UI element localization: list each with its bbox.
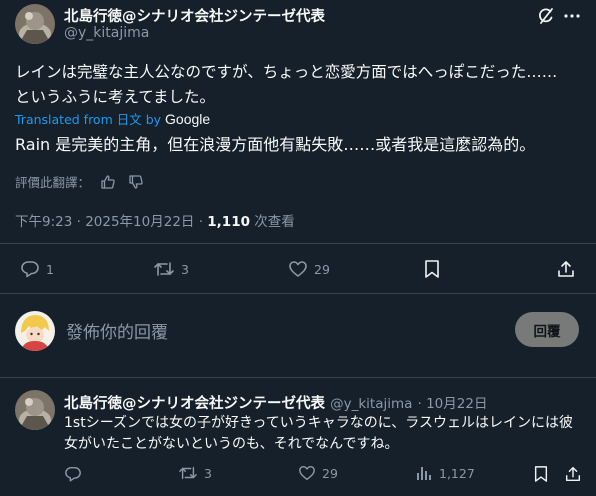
reply-bookmark-icon[interactable]: [532, 464, 550, 484]
reply-author-handle[interactable]: @y_kitajima: [330, 396, 412, 412]
reply-views-action[interactable]: 1,127: [415, 464, 475, 482]
reply-view-count: 1,127: [439, 465, 475, 481]
heart-icon: [289, 261, 307, 277]
reply-like-count: 29: [322, 465, 338, 481]
author-display-name[interactable]: 北島行徳@シナリオ会社ジンテーゼ代表: [64, 5, 325, 26]
grok-icon[interactable]: [535, 5, 557, 27]
reply-icon: [21, 261, 39, 278]
reply-author-name[interactable]: 北島行徳@シナリオ会社ジンテーゼ代表: [64, 396, 325, 412]
repost-count: 3: [181, 261, 189, 277]
reply-author-avatar[interactable]: [15, 390, 55, 430]
google-logo: Google: [165, 110, 211, 127]
post-text: レインは完璧な主人公なのですが、ちょっと恋愛方面ではへっぽこだった……というふう…: [15, 63, 558, 106]
post-meta: 下午9:23 · 2025年10月22日 · 1,110 次查看: [15, 210, 295, 230]
heart-icon: [299, 465, 315, 481]
like-count: 29: [314, 261, 330, 277]
reply-button[interactable]: 回覆: [515, 312, 579, 347]
views-icon: [417, 467, 431, 480]
current-user-avatar[interactable]: [15, 311, 55, 351]
translated-from-label: Translated from 日文 by: [15, 112, 162, 127]
repost-icon: [179, 466, 197, 480]
translated-text: Rain 是完美的主角，但在浪漫方面他有點失敗……或者我是這麼認為的。: [15, 135, 536, 154]
post-timestamp[interactable]: 下午9:23 · 2025年10月22日 ·: [15, 214, 207, 230]
reply-repost-count: 3: [204, 465, 212, 481]
author-handle[interactable]: @y_kitajima: [64, 25, 149, 41]
view-count: 1,110: [207, 214, 250, 230]
bookmark-action[interactable]: [423, 259, 441, 279]
rate-translation-label: 評價此翻譯：: [15, 175, 91, 190]
reply-repost-action[interactable]: 3: [178, 464, 212, 482]
reply-date[interactable]: · 10月22日: [418, 396, 488, 412]
more-options-icon[interactable]: [561, 5, 583, 27]
share-action[interactable]: [556, 259, 576, 279]
divider: [0, 243, 596, 244]
reply-share-icon[interactable]: [563, 464, 583, 484]
repost-action[interactable]: 3: [153, 259, 189, 279]
reply-text: 1stシーズンでは女の子が好きっていうキャラなのに、ラスウェルはレインには彼女が…: [64, 415, 574, 452]
reply-comment-icon[interactable]: [63, 464, 83, 484]
reply-action[interactable]: 1: [20, 259, 54, 279]
share-icon: [558, 261, 574, 277]
reply-count: 1: [46, 261, 54, 277]
like-action[interactable]: 29: [288, 259, 330, 279]
divider: [0, 293, 596, 294]
translation-attribution: Translated from 日文 by Google: [15, 109, 210, 128]
reply-header: 北島行徳@シナリオ会社ジンテーゼ代表 @y_kitajima · 10月22日: [64, 392, 487, 413]
view-count-label: 次查看: [249, 214, 295, 230]
reply-input[interactable]: 發佈你的回覆: [66, 318, 496, 343]
repost-icon: [154, 262, 174, 276]
divider: [0, 377, 596, 378]
author-avatar[interactable]: [15, 4, 55, 44]
rate-translation: 評價此翻譯：: [15, 172, 146, 191]
reply-like-action[interactable]: 29: [298, 464, 338, 482]
thumbs-up-icon[interactable]: [98, 173, 118, 191]
bookmark-icon: [425, 260, 439, 278]
thumbs-down-icon[interactable]: [126, 173, 146, 191]
